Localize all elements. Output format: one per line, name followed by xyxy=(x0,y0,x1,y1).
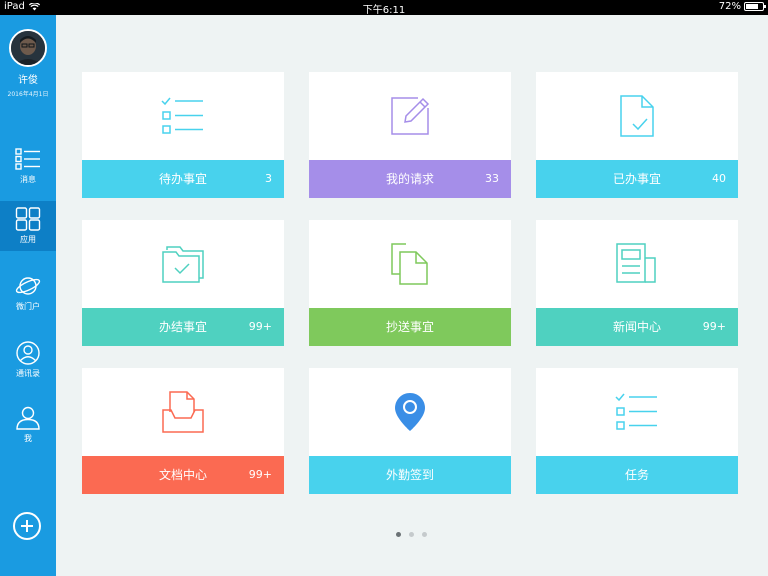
card-bar: 待办事宜 3 xyxy=(82,160,284,198)
sidebar-item-me[interactable]: 我 xyxy=(0,400,56,450)
card-tasks[interactable]: 任务 xyxy=(536,368,738,494)
battery-indicator: 72% xyxy=(718,1,766,12)
edit-icon xyxy=(391,97,430,135)
page-dot[interactable] xyxy=(422,532,427,537)
page-indicator[interactable] xyxy=(396,532,427,537)
user-date: 2016年4月1日 xyxy=(7,91,49,98)
card-bar: 外勤签到 xyxy=(309,456,511,494)
sidebar-item-contacts[interactable]: 通讯录 xyxy=(0,335,56,385)
folder-check-icon xyxy=(162,246,204,283)
status-bar: iPad 下午6:11 72% xyxy=(0,0,768,16)
avatar[interactable] xyxy=(9,29,47,67)
sidebar-item-label: 消息 xyxy=(20,175,36,184)
battery-icon xyxy=(744,2,766,11)
card-title: 任务 xyxy=(624,468,649,482)
task-list-icon xyxy=(615,393,657,430)
user-icon xyxy=(16,406,40,430)
card-cc[interactable]: 抄送事宜 xyxy=(309,220,511,346)
card-count: 99+ xyxy=(702,320,726,333)
card-documents[interactable]: 文档中心 99+ xyxy=(82,368,284,494)
battery-percent: 72% xyxy=(718,1,741,12)
card-count: 40 xyxy=(712,172,726,185)
planet-icon xyxy=(15,277,41,295)
sidebar-item-label: 微门户 xyxy=(16,302,40,311)
card-title: 待办事宜 xyxy=(158,172,207,186)
user-name: 许俊 xyxy=(18,75,38,86)
page-dot[interactable] xyxy=(409,532,414,537)
status-time: 下午6:11 xyxy=(362,5,406,16)
card-done[interactable]: 已办事宜 40 xyxy=(536,72,738,198)
sidebar-item-apps[interactable]: 应用 xyxy=(0,201,56,251)
card-bar: 新闻中心 99+ xyxy=(536,308,738,346)
sidebar-item-label: 通讯录 xyxy=(16,369,40,378)
card-checkin[interactable]: 外勤签到 xyxy=(309,368,511,494)
card-bar: 抄送事宜 xyxy=(309,308,511,346)
grid-icon xyxy=(15,207,41,231)
card-count: 3 xyxy=(265,172,272,185)
card-title: 外勤签到 xyxy=(385,468,434,482)
sidebar-item-messages[interactable]: 消息 xyxy=(0,141,56,191)
sidebar-item-portal[interactable]: 微门户 xyxy=(0,268,56,318)
list-icon xyxy=(15,148,40,170)
inbox-icon xyxy=(162,391,204,433)
sidebar-item-label: 应用 xyxy=(20,235,36,244)
card-completed[interactable]: 办结事宜 99+ xyxy=(82,220,284,346)
add-button[interactable] xyxy=(13,512,41,540)
card-my-requests[interactable]: 我的请求 33 xyxy=(309,72,511,198)
card-title: 已办事宜 xyxy=(612,172,661,186)
card-bar: 已办事宜 40 xyxy=(536,160,738,198)
user-profile[interactable]: 许俊 2016年4月1日 xyxy=(0,29,56,98)
card-bar: 任务 xyxy=(536,456,738,494)
copy-icon xyxy=(391,243,428,285)
location-pin-icon xyxy=(395,393,425,431)
card-bar: 文档中心 99+ xyxy=(82,456,284,494)
card-bar: 我的请求 33 xyxy=(309,160,511,198)
page-dot[interactable] xyxy=(396,532,401,537)
card-news[interactable]: 新闻中心 99+ xyxy=(536,220,738,346)
card-count: 99+ xyxy=(248,320,272,333)
card-title: 我的请求 xyxy=(385,172,434,186)
card-bar: 办结事宜 99+ xyxy=(82,308,284,346)
card-count: 33 xyxy=(485,172,499,185)
document-check-icon xyxy=(620,95,654,137)
sidebar-item-label: 我 xyxy=(24,434,32,443)
contact-icon xyxy=(16,341,40,365)
card-count: 99+ xyxy=(248,468,272,481)
checklist-icon xyxy=(161,97,203,134)
sidebar: 许俊 2016年4月1日 消息 应用 微门户 通讯录 我 xyxy=(0,15,56,576)
card-pending[interactable]: 待办事宜 3 xyxy=(82,72,284,198)
news-icon xyxy=(616,243,656,283)
card-title: 抄送事宜 xyxy=(385,320,434,334)
